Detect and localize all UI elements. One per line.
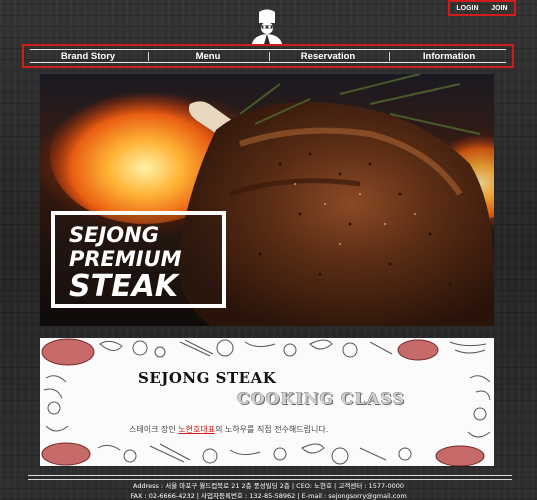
banner-desc-post: 의 노하우를 직접 전수해드립니다. (215, 425, 329, 434)
join-link[interactable]: JOIN (491, 5, 507, 12)
footer-divider (28, 475, 512, 476)
banner-desc-pre: 스테이크 장인 (129, 425, 179, 434)
banner-subtitle: COOKING CLASS (237, 389, 406, 408)
footer-contact: FAX : 02-6666-4232 | 사업자등록번호 : 132-85-58… (130, 492, 407, 500)
hero-line-premium: PREMIUM (69, 247, 182, 271)
hero-image[interactable]: SEJONG PREMIUM STEAK (40, 74, 494, 326)
nav-divider (269, 52, 270, 61)
nav-divider (389, 52, 390, 61)
nav-item-reservation[interactable]: Reservation (301, 51, 355, 62)
nav-item-information[interactable]: Information (423, 51, 475, 62)
hero-line-steak: STEAK (69, 269, 179, 304)
banner-description: 스테이크 장인 노현호대표의 노하우를 직접 전수해드립니다. (129, 424, 328, 435)
cooking-class-banner[interactable]: SEJONG STEAK COOKING CLASS 스테이크 장인 노현호대표… (40, 338, 494, 466)
banner-desc-highlight: 노현호대표 (178, 425, 216, 434)
main-nav: Brand Story Menu Reservation Information (22, 44, 514, 68)
nav-divider (148, 52, 149, 61)
nav-item-menu[interactable]: Menu (196, 51, 221, 62)
account-links: LOGIN JOIN (448, 0, 516, 16)
footer-address: Address : 서울 마포구 월드컵북로 21 2층 풍성빌딩 2층 | C… (133, 482, 404, 490)
login-link[interactable]: LOGIN (456, 5, 478, 12)
chef-icon[interactable] (248, 8, 286, 44)
nav-item-brand-story[interactable]: Brand Story (61, 51, 115, 62)
hero-badge: SEJONG PREMIUM STEAK (51, 211, 226, 308)
banner-title: SEJONG STEAK (138, 369, 277, 387)
hero-line-sejong: SEJONG (69, 223, 159, 247)
